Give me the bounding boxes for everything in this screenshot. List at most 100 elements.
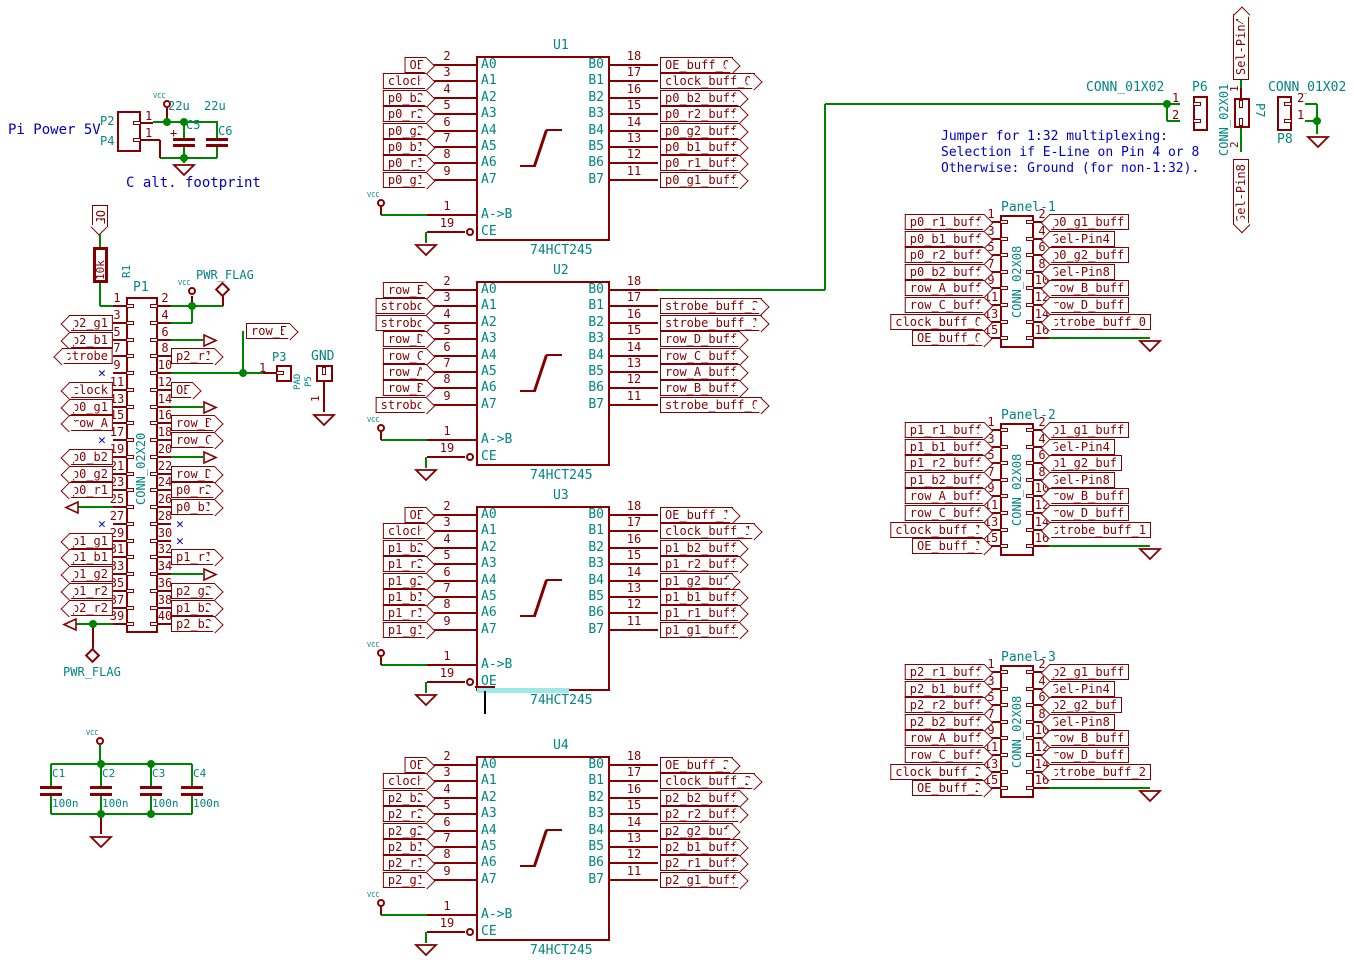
wire[interactable] xyxy=(99,283,101,306)
global-label[interactable]: p0_b1_buff xyxy=(905,231,985,247)
no-connect-icon[interactable]: ✕ xyxy=(98,517,106,532)
no-connect-icon[interactable]: ✕ xyxy=(98,433,106,448)
no-connect-icon[interactable]: ✕ xyxy=(176,534,184,549)
wire[interactable] xyxy=(381,914,427,916)
wire[interactable] xyxy=(171,406,203,408)
vcc-power-icon[interactable] xyxy=(377,899,385,907)
ground-symbol-icon[interactable] xyxy=(1139,790,1161,803)
global-label[interactable]: clock_buff_0 xyxy=(890,314,985,330)
unlabeled-arrow-icon[interactable] xyxy=(203,451,218,464)
global-label[interactable]: OE_buff_0 xyxy=(660,57,733,73)
global-label[interactable]: p0_b2 xyxy=(383,90,427,106)
ground-symbol-icon[interactable] xyxy=(415,469,437,482)
wire[interactable] xyxy=(381,214,427,216)
global-label[interactable]: row_C_buff xyxy=(905,297,985,313)
global-label[interactable]: strobe xyxy=(376,315,427,331)
capacitor-ref[interactable]: C4 xyxy=(193,768,206,779)
global-label[interactable]: row_B_buff xyxy=(660,380,740,396)
global-label[interactable]: p2_r1_buff xyxy=(660,855,740,871)
global-label[interactable]: p0_b1_buff xyxy=(660,139,740,155)
unlabeled-arrow-icon[interactable] xyxy=(62,618,77,631)
global-label[interactable]: clock xyxy=(383,73,427,89)
connector-ref[interactable]: P2 xyxy=(100,115,114,127)
global-label[interactable]: p1_b1 xyxy=(383,589,427,605)
global-label[interactable]: row_D_buff xyxy=(1049,747,1129,763)
global-label[interactable]: clock_buff_2 xyxy=(660,773,755,789)
global-label[interactable]: p1_b1_buff xyxy=(660,589,740,605)
global-label[interactable]: OE_buff_0 xyxy=(912,330,985,346)
global-label[interactable]: row_C_buff xyxy=(905,747,985,763)
wire[interactable] xyxy=(171,339,203,341)
gnd-pad-name[interactable]: GND xyxy=(311,350,334,363)
global-label[interactable]: p1_g2_buf xyxy=(660,573,733,589)
global-label[interactable]: p1_r1_buff xyxy=(660,605,740,621)
global-label[interactable]: p1_b1_buff xyxy=(905,439,985,455)
global-label[interactable]: p1_b2_buff xyxy=(905,472,985,488)
global-label[interactable]: p2_r2_buff xyxy=(905,697,985,713)
global-label[interactable]: p2_b1 xyxy=(69,332,113,348)
global-label[interactable]: clock xyxy=(383,773,427,789)
wire[interactable] xyxy=(1049,545,1150,547)
chip-value[interactable]: 74HCT245 xyxy=(530,469,593,482)
global-label[interactable]: p0_r2 xyxy=(383,106,427,122)
global-label[interactable]: row_A_buff xyxy=(905,488,985,504)
global-label[interactable]: p2_g2 xyxy=(171,583,215,599)
global-label[interactable]: p2_b1_buff xyxy=(660,839,740,855)
global-label[interactable]: clock_buff_1 xyxy=(890,522,985,538)
chip-value[interactable]: 74HCT245 xyxy=(530,944,593,957)
no-connect-icon[interactable]: ✕ xyxy=(176,517,184,532)
unlabeled-arrow-icon[interactable] xyxy=(64,501,79,514)
global-label[interactable]: p0_r1 xyxy=(69,482,113,498)
wire[interactable] xyxy=(1049,337,1150,339)
global-label[interactable]: p2_r1 xyxy=(383,855,427,871)
global-label[interactable]: OE xyxy=(405,507,427,523)
wire[interactable] xyxy=(51,763,192,765)
pwr-flag-icon[interactable] xyxy=(85,648,101,664)
global-label[interactable]: p2_r2 xyxy=(69,600,113,616)
wire[interactable] xyxy=(381,664,427,666)
unlabeled-arrow-icon[interactable] xyxy=(203,334,218,347)
global-label[interactable]: p0_r2_buff xyxy=(660,106,740,122)
unlabeled-arrow-icon[interactable] xyxy=(203,568,218,581)
wire[interactable] xyxy=(171,573,203,575)
global-label[interactable]: p0_b2_buff xyxy=(660,90,740,106)
global-label[interactable]: p1_r2_buff xyxy=(660,556,740,572)
global-label[interactable]: p1_b2 xyxy=(171,600,215,616)
global-label[interactable]: p2_r1 xyxy=(171,348,215,364)
global-label[interactable]: OE_buff_1 xyxy=(660,507,733,523)
global-label[interactable]: clock xyxy=(383,523,427,539)
global-label[interactable]: row_C xyxy=(171,432,215,448)
global-label[interactable]: OE_buff_1 xyxy=(912,538,985,554)
capacitor-ref[interactable]: C3 xyxy=(152,768,165,779)
vcc-power-icon[interactable] xyxy=(377,424,385,432)
ground-symbol-icon[interactable] xyxy=(415,244,437,257)
global-label[interactable]: p1_g2 xyxy=(383,573,427,589)
ground-symbol-icon[interactable] xyxy=(1139,548,1161,561)
capacitor-ref[interactable]: C6 xyxy=(218,125,232,137)
wire[interactable] xyxy=(425,457,427,468)
global-label[interactable]: p2_r1_buff xyxy=(905,664,985,680)
chip-value[interactable]: 74HCT245 xyxy=(530,244,593,257)
global-label[interactable]: row_C xyxy=(383,348,427,364)
global-label[interactable]: p1_g1_buff xyxy=(1049,422,1129,438)
wire[interactable] xyxy=(160,157,217,159)
connector-ref[interactable]: Panel-2 xyxy=(1001,409,1056,422)
global-label[interactable]: p1_r1 xyxy=(383,605,427,621)
global-label[interactable]: p2_g2_buf xyxy=(660,823,733,839)
vcc-power-icon[interactable] xyxy=(377,199,385,207)
ground-symbol-icon[interactable] xyxy=(1139,340,1161,353)
global-label[interactable]: p0_r2_buff xyxy=(905,247,985,263)
wire[interactable] xyxy=(658,289,825,291)
ground-symbol-icon[interactable] xyxy=(90,836,112,849)
global-label[interactable]: p1_b1 xyxy=(69,549,113,565)
global-label[interactable]: row_D xyxy=(383,331,427,347)
global-label[interactable]: p1_g1 xyxy=(383,622,427,638)
global-label[interactable]: p2_b2_buff xyxy=(905,714,985,730)
global-label[interactable]: p0_g2_buff xyxy=(660,123,740,139)
global-label[interactable]: Sel-Pin4 xyxy=(1049,681,1115,697)
global-label[interactable]: p2_b2_buff xyxy=(660,790,740,806)
global-label[interactable]: row_B_buff xyxy=(1049,280,1129,296)
global-label[interactable]: row_B_buff xyxy=(1049,730,1129,746)
chip-ref[interactable]: U3 xyxy=(553,489,569,502)
chip-value[interactable]: 74HCT245 xyxy=(530,694,593,707)
